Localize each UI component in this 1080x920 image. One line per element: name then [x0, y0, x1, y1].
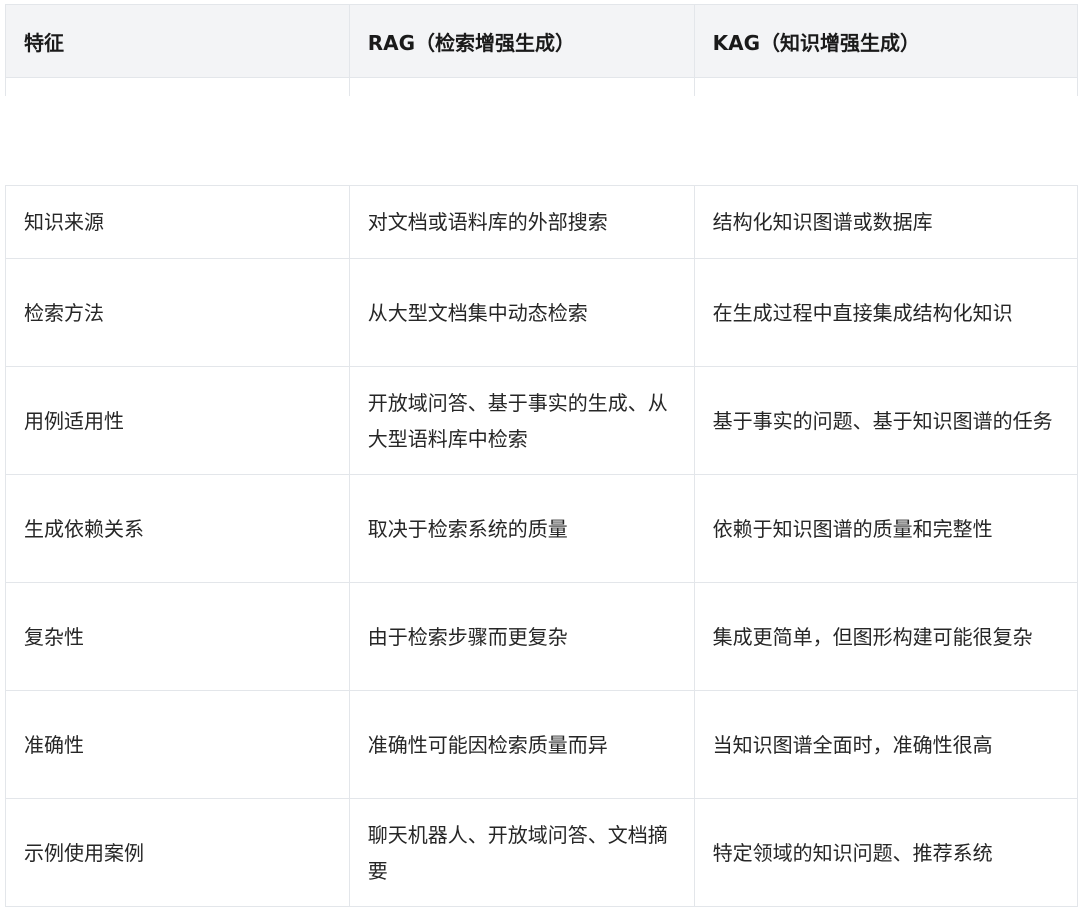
header-cell-feature: 特征	[6, 5, 350, 78]
table-row: 准确性 准确性可能因检索质量而异 当知识图谱全面时，准确性很高	[6, 691, 1078, 799]
cell-kag: 特定领域的知识问题、推荐系统	[694, 799, 1077, 907]
cell-kag: 集成更简单，但图形构建可能很复杂	[694, 583, 1077, 691]
cell-feature: 用例适用性	[6, 367, 350, 475]
cell-rag: 聊天机器人、开放域问答、文档摘要	[349, 799, 694, 907]
cell-feature: 示例使用案例	[6, 799, 350, 907]
cell-rag: 准确性可能因检索质量而异	[349, 691, 694, 799]
cell-rag: 开放域问答、基于事实的生成、从大型语料库中检索	[349, 367, 694, 475]
stub-cell	[694, 78, 1077, 97]
table-row: 复杂性 由于检索步骤而更复杂 集成更简单，但图形构建可能很复杂	[6, 583, 1078, 691]
cell-feature: 准确性	[6, 691, 350, 799]
table-row: 用例适用性 开放域问答、基于事实的生成、从大型语料库中检索 基于事实的问题、基于…	[6, 367, 1078, 475]
header-row: 特征 RAG（检索增强生成） KAG（知识增强生成）	[6, 5, 1078, 78]
cell-rag: 对文档或语料库的外部搜索	[349, 186, 694, 259]
cell-feature: 生成依赖关系	[6, 475, 350, 583]
cell-rag: 从大型文档集中动态检索	[349, 259, 694, 367]
table-row: 示例使用案例 聊天机器人、开放域问答、文档摘要 特定领域的知识问题、推荐系统	[6, 799, 1078, 907]
header-stub-row	[6, 78, 1078, 97]
comparison-table-header: 特征 RAG（检索增强生成） KAG（知识增强生成）	[5, 4, 1078, 96]
header-cell-rag: RAG（检索增强生成）	[349, 5, 694, 78]
cell-kag: 当知识图谱全面时，准确性很高	[694, 691, 1077, 799]
cell-kag: 依赖于知识图谱的质量和完整性	[694, 475, 1077, 583]
stub-cell	[6, 78, 350, 97]
table-row: 生成依赖关系 取决于检索系统的质量 依赖于知识图谱的质量和完整性	[6, 475, 1078, 583]
stub-cell	[349, 78, 694, 97]
cell-feature: 检索方法	[6, 259, 350, 367]
cell-feature: 知识来源	[6, 186, 350, 259]
table-row: 检索方法 从大型文档集中动态检索 在生成过程中直接集成结构化知识	[6, 259, 1078, 367]
cell-kag: 在生成过程中直接集成结构化知识	[694, 259, 1077, 367]
cell-kag: 基于事实的问题、基于知识图谱的任务	[694, 367, 1077, 475]
cell-feature: 复杂性	[6, 583, 350, 691]
cell-kag: 结构化知识图谱或数据库	[694, 186, 1077, 259]
header-cell-kag: KAG（知识增强生成）	[694, 5, 1077, 78]
cell-rag: 取决于检索系统的质量	[349, 475, 694, 583]
comparison-table-body: 知识来源 对文档或语料库的外部搜索 结构化知识图谱或数据库 检索方法 从大型文档…	[5, 185, 1078, 907]
cell-rag: 由于检索步骤而更复杂	[349, 583, 694, 691]
table-row: 知识来源 对文档或语料库的外部搜索 结构化知识图谱或数据库	[6, 186, 1078, 259]
